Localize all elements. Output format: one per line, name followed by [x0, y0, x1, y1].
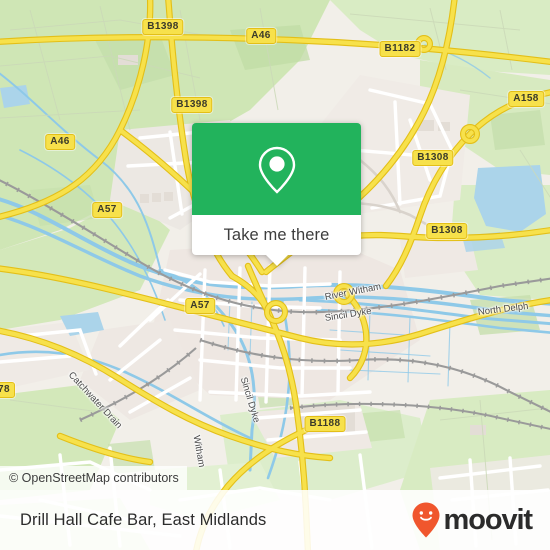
road-shield-a57: A57: [92, 202, 122, 218]
map-pin-icon: [258, 146, 295, 194]
map-attribution[interactable]: © OpenStreetMap contributors: [0, 466, 187, 490]
moovit-logo[interactable]: moovit: [411, 501, 534, 539]
road-shield-b1398: B1398: [171, 97, 213, 113]
map-screenshot: B1398 A46 B1182 B1398 A158 A46 B1308 A57 B1308 A5…: [0, 0, 550, 550]
place-title: Drill Hall Cafe Bar, East Midlands: [20, 510, 267, 529]
take-me-there-button[interactable]: Take me there: [192, 215, 361, 266]
popup-tail: [265, 255, 288, 266]
place-popup-card[interactable]: Take me there: [192, 123, 361, 266]
road-shield-b1308: B1308: [412, 150, 454, 166]
road-shield-78: 78: [0, 382, 15, 398]
road-shield-a46: A46: [45, 134, 75, 150]
take-me-there-label: Take me there: [223, 225, 330, 244]
road-shield-a57: A57: [185, 298, 215, 314]
road-shield-a46: A46: [246, 28, 276, 44]
attribution-text: © OpenStreetMap contributors: [9, 471, 179, 485]
road-shield-b1182: B1182: [379, 41, 421, 57]
popup-pin-area: [192, 123, 361, 215]
road-shield-b1308: B1308: [426, 223, 468, 239]
moovit-smile-pin-icon: [412, 502, 440, 538]
road-shield-a158: A158: [508, 91, 544, 107]
road-shield-b1188: B1188: [304, 416, 346, 432]
footer-bar: Drill Hall Cafe Bar, East Midlands moovi…: [0, 490, 550, 550]
moovit-wordmark: moovit: [443, 503, 534, 536]
road-shield-b1398: B1398: [142, 19, 184, 35]
